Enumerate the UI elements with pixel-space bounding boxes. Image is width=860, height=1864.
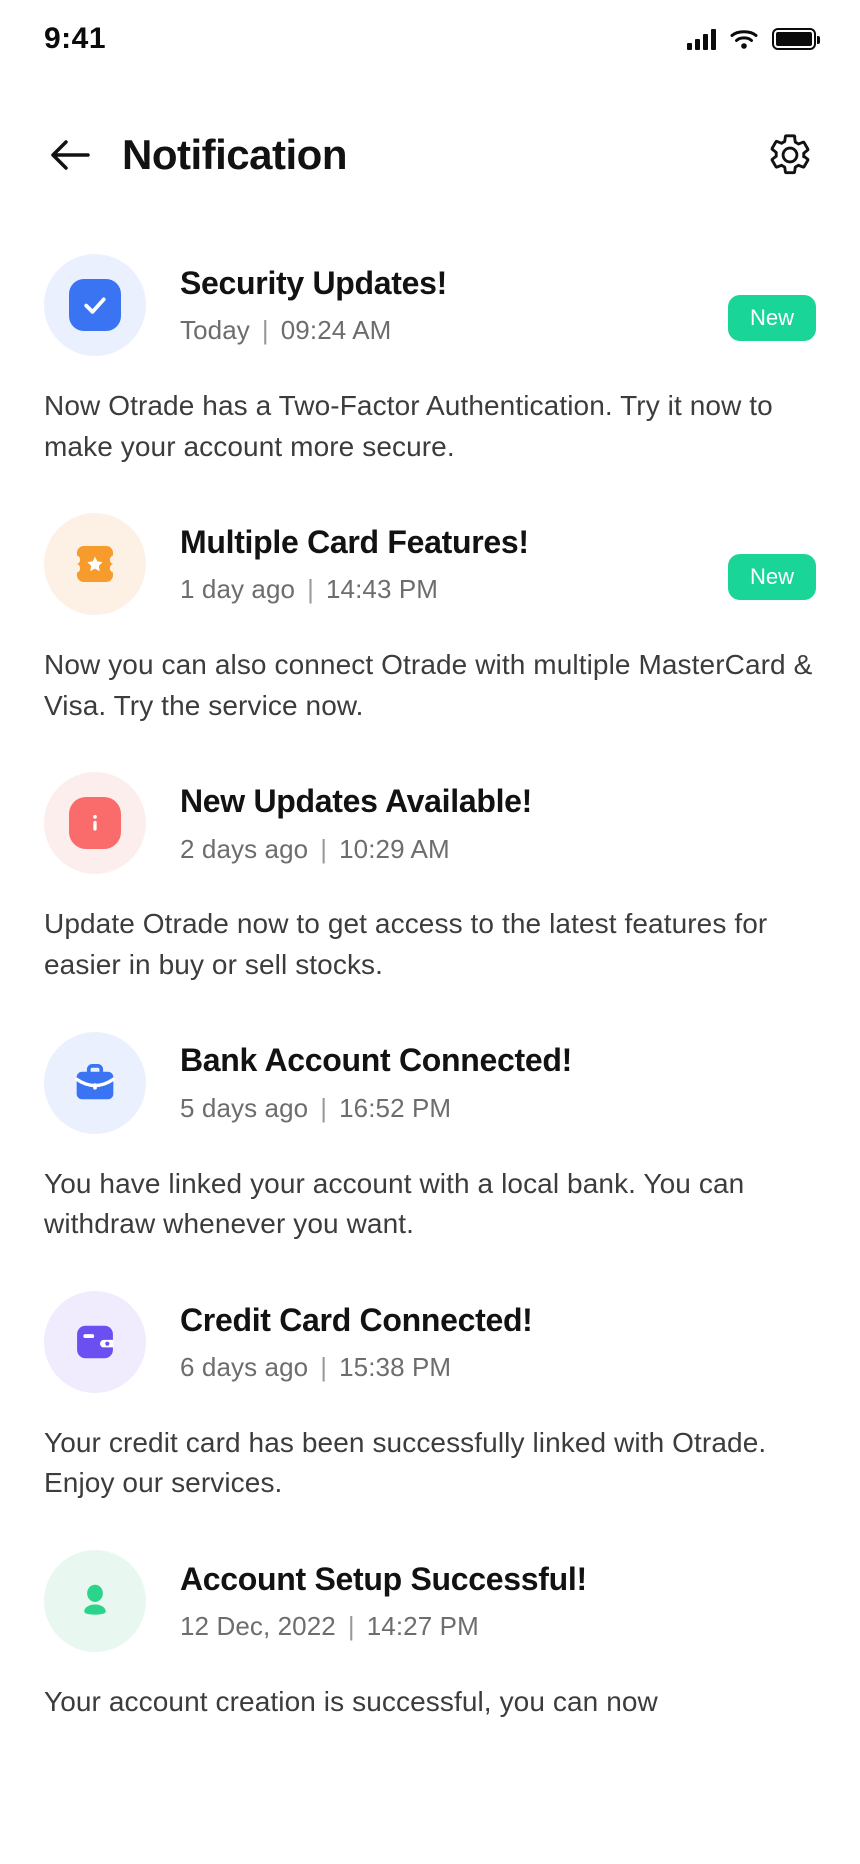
notification-body: Update Otrade now to get access to the l… bbox=[44, 908, 768, 980]
notification-header: New Updates Available! 2 days ago | 10:29 … bbox=[44, 772, 816, 875]
notification-icon-badge bbox=[44, 254, 146, 356]
meta-separator: | bbox=[261, 315, 269, 346]
notification-date: Today bbox=[180, 315, 250, 346]
notification-item[interactable]: New Updates Available! 2 days ago | 10:29 … bbox=[44, 772, 816, 985]
notification-time: 09:24 AM bbox=[280, 315, 392, 346]
page-title: Notification bbox=[122, 131, 347, 178]
back-button[interactable] bbox=[44, 129, 96, 181]
notification-meta: 2 days ago | 10:29 AM bbox=[180, 834, 816, 865]
notification-date: 1 day ago bbox=[180, 574, 296, 605]
notification-time: 10:29 AM bbox=[339, 833, 450, 864]
notification-icon-badge bbox=[44, 772, 146, 875]
ticket-star-icon bbox=[77, 546, 113, 583]
notification-date: 2 days ago bbox=[180, 833, 309, 864]
notification-body: Your credit card has been successfully l… bbox=[44, 1426, 767, 1499]
status-badge: New bbox=[727, 554, 816, 601]
meta-separator: | bbox=[320, 833, 328, 864]
app-bar: Notification bbox=[0, 100, 860, 210]
notification-header: Multiple Card Features! 1 day ago | 14:43 … bbox=[44, 513, 816, 616]
notification-body: Now Otrade has a Two-Factor Authenticati… bbox=[44, 390, 773, 462]
notification-header: Security Updates! Today | 09:24 AM New bbox=[44, 254, 816, 356]
notification-date: 5 days ago bbox=[180, 1092, 309, 1123]
wallet-icon bbox=[77, 1325, 114, 1358]
notification-date: 12 Dec, 2022 bbox=[180, 1611, 336, 1642]
notification-text-block: Security Updates! Today | 09:24 AM bbox=[180, 264, 714, 346]
notification-meta: 12 Dec, 2022 | 14:27 PM bbox=[180, 1611, 816, 1642]
notification-title: Bank Account Connected! bbox=[180, 1042, 572, 1079]
notification-item[interactable]: Credit Card Connected! 6 days ago | 15:38 … bbox=[44, 1290, 816, 1504]
notification-meta: Today | 09:24 AM bbox=[180, 315, 714, 346]
meta-separator: | bbox=[347, 1611, 355, 1642]
notification-body: You have linked your account with a loca… bbox=[44, 1167, 745, 1240]
notification-icon-badge bbox=[44, 1290, 146, 1393]
notification-icon-badge bbox=[44, 513, 146, 616]
cellular-signal-icon bbox=[687, 28, 716, 50]
notification-meta: 5 days ago | 16:52 PM bbox=[180, 1093, 816, 1124]
notification-body: Your account creation is successful, you… bbox=[44, 1685, 658, 1717]
notification-icon-badge bbox=[44, 1031, 146, 1134]
notification-time: 16:52 PM bbox=[339, 1092, 452, 1123]
status-badge: New bbox=[727, 295, 816, 341]
notification-item[interactable]: Bank Account Connected! 5 days ago | 16:52… bbox=[44, 1031, 816, 1245]
notification-body: Now you can also connect Otrade with mul… bbox=[44, 649, 813, 721]
check-square-icon bbox=[69, 279, 121, 331]
info-square-icon bbox=[69, 797, 121, 850]
notification-text-block: Bank Account Connected! 5 days ago | 16:52… bbox=[180, 1041, 816, 1123]
notification-title: Credit Card Connected! bbox=[180, 1301, 533, 1338]
notification-time: 14:43 PM bbox=[325, 574, 439, 605]
wifi-icon bbox=[730, 30, 758, 49]
gear-icon bbox=[770, 134, 810, 175]
notification-meta: 6 days ago | 15:38 PM bbox=[180, 1352, 816, 1383]
notification-title: Account Setup Successful! bbox=[180, 1560, 587, 1597]
notification-item[interactable]: Account Setup Successful! 12 Dec, 2022 | 1… bbox=[44, 1549, 816, 1723]
notification-item[interactable]: Multiple Card Features! 1 day ago | 14:43 … bbox=[44, 513, 816, 726]
battery-full-icon bbox=[772, 28, 820, 50]
notification-time: 14:27 PM bbox=[366, 1611, 479, 1642]
notification-text-block: Multiple Card Features! 1 day ago | 14:43 … bbox=[180, 523, 714, 605]
notification-text-block: Account Setup Successful! 12 Dec, 2022 | 1… bbox=[180, 1560, 816, 1642]
meta-separator: | bbox=[320, 1351, 328, 1382]
notification-date: 6 days ago bbox=[180, 1351, 309, 1382]
person-icon bbox=[84, 1584, 106, 1615]
notification-header: Credit Card Connected! 6 days ago | 15:38 … bbox=[44, 1290, 816, 1393]
notification-title: Security Updates! bbox=[180, 264, 447, 301]
meta-separator: | bbox=[320, 1092, 328, 1123]
briefcase-icon bbox=[75, 1063, 116, 1099]
meta-separator: | bbox=[307, 574, 314, 605]
notification-item[interactable]: Security Updates! Today | 09:24 AM New Now… bbox=[44, 254, 816, 467]
notification-title: New Updates Available! bbox=[180, 783, 533, 820]
status-bar: 9:41 bbox=[0, 0, 860, 78]
notification-header: Account Setup Successful! 12 Dec, 2022 | 1… bbox=[44, 1549, 816, 1652]
notification-title: Multiple Card Features! bbox=[180, 523, 529, 560]
notification-meta: 1 day ago | 14:43 PM bbox=[180, 574, 714, 605]
settings-button[interactable] bbox=[764, 129, 816, 181]
notification-header: Bank Account Connected! 5 days ago | 16:52… bbox=[44, 1031, 816, 1134]
arrow-left-icon bbox=[51, 140, 90, 170]
notification-text-block: New Updates Available! 2 days ago | 10:29 … bbox=[180, 782, 816, 864]
notification-list: Security Updates! Today | 09:24 AM New Now… bbox=[0, 254, 860, 1723]
status-time: 9:41 bbox=[44, 22, 107, 55]
notification-icon-badge bbox=[44, 1549, 146, 1652]
notification-text-block: Credit Card Connected! 6 days ago | 15:38 … bbox=[180, 1301, 816, 1383]
notification-time: 15:38 PM bbox=[339, 1351, 452, 1382]
status-icons bbox=[687, 28, 820, 50]
